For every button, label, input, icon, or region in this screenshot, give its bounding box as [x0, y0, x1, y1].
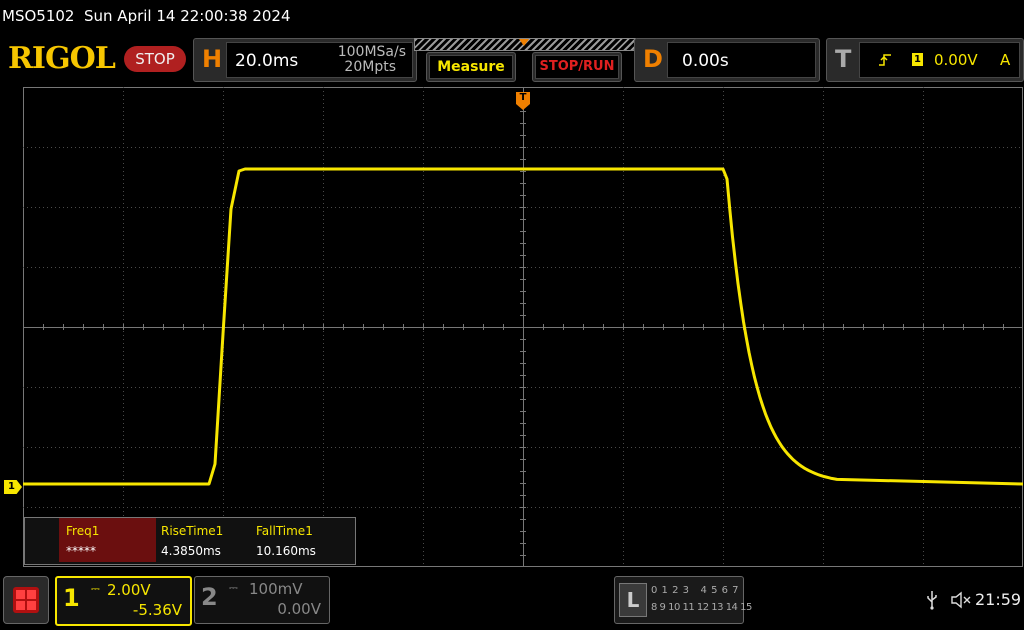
- la-channels-row1: 0 1 2 3 4 5 6 7: [651, 585, 740, 596]
- memory-depth: 20Mpts: [344, 59, 396, 75]
- usb-icon: [927, 591, 937, 610]
- trigger-panel[interactable]: T 1 0.00V A: [826, 38, 1024, 82]
- model-name: MSO5102: [2, 7, 75, 25]
- title-bar: MSO5102 Sun April 14 22:00:38 2024: [0, 0, 1024, 32]
- timebase-value: 20.0ms: [235, 51, 299, 71]
- waveform-display[interactable]: [23, 87, 1023, 567]
- delay-display: 0.00s: [667, 42, 816, 78]
- horizontal-display: 20.0ms 100MSa/s 20Mpts: [226, 42, 413, 78]
- la-letter-badge: L: [619, 583, 647, 617]
- channel1-number: 1: [63, 584, 80, 612]
- trigger-mode: A: [1000, 51, 1011, 69]
- channel1-offset-marker[interactable]: 1: [4, 480, 22, 494]
- channel2-number: 2: [201, 583, 218, 611]
- measurement-results[interactable]: Freq1 ***** RiseTime1 4.3850ms FallTime1…: [24, 517, 356, 565]
- channel1-scale: 2.00V: [107, 581, 151, 599]
- measurement-value: *****: [66, 544, 96, 558]
- measurement-value: 4.3850ms: [161, 544, 221, 558]
- channel2-offset: 0.00V: [277, 600, 321, 618]
- delay-letter: D: [643, 45, 663, 73]
- run-state-badge[interactable]: STOP: [124, 46, 186, 72]
- trigger-display: 1 0.00V A: [859, 42, 1020, 78]
- trigger-source-badge: 1: [912, 53, 923, 66]
- rising-edge-icon: [879, 54, 891, 66]
- logic-analyzer-settings[interactable]: L 0 1 2 3 4 5 6 7 8 9 10 11 12 13 14 15: [614, 576, 752, 624]
- speaker-muted-icon[interactable]: [950, 590, 972, 610]
- dc-coupling-icon: ⎓: [91, 582, 100, 595]
- grid-menu-icon: [13, 587, 39, 613]
- rigol-logo: RIGOL: [8, 41, 116, 76]
- measurement-value: 10.160ms: [256, 544, 316, 558]
- main-menu-button[interactable]: [3, 576, 49, 624]
- measure-button[interactable]: Measure: [426, 52, 516, 82]
- channel1-settings[interactable]: 1 ⎓ 2.00V -5.36V: [55, 576, 192, 626]
- channel2-settings[interactable]: 2 ⎓ 100mV 0.00V: [194, 576, 330, 624]
- horizontal-letter: H: [202, 45, 223, 73]
- measurement-name: RiseTime1: [161, 524, 224, 538]
- trigger-position-marker[interactable]: T: [516, 92, 530, 110]
- la-channels-row2: 8 9 10 11 12 13 14 15: [651, 602, 752, 613]
- delay-value: 0.00s: [682, 51, 729, 71]
- clock: 21:59: [975, 590, 1022, 609]
- datetime: Sun April 14 22:00:38 2024: [84, 7, 291, 25]
- trigger-level: 0.00V: [934, 51, 978, 69]
- horizontal-panel[interactable]: H 20.0ms 100MSa/s 20Mpts: [193, 38, 417, 82]
- stop-run-label: STOP/RUN: [539, 59, 615, 74]
- dc-coupling-icon: ⎓: [229, 581, 238, 594]
- trigger-letter: T: [835, 45, 852, 73]
- measurement-name: FallTime1: [256, 524, 313, 538]
- channel2-scale: 100mV: [249, 580, 303, 598]
- channel1-marker-label: 1: [8, 481, 15, 492]
- measurement-name: Freq1: [66, 524, 100, 538]
- la-letter: L: [626, 588, 640, 612]
- delay-panel[interactable]: D 0.00s: [634, 38, 820, 82]
- channel1-offset: -5.36V: [132, 601, 182, 619]
- trigger-marker-label: T: [516, 92, 530, 104]
- overview-trigger-marker: [519, 39, 529, 46]
- measure-label: Measure: [437, 59, 505, 75]
- graticule: [23, 87, 1023, 567]
- stop-run-button[interactable]: STOP/RUN: [532, 52, 622, 82]
- sample-rate: 100MSa/s: [337, 44, 406, 60]
